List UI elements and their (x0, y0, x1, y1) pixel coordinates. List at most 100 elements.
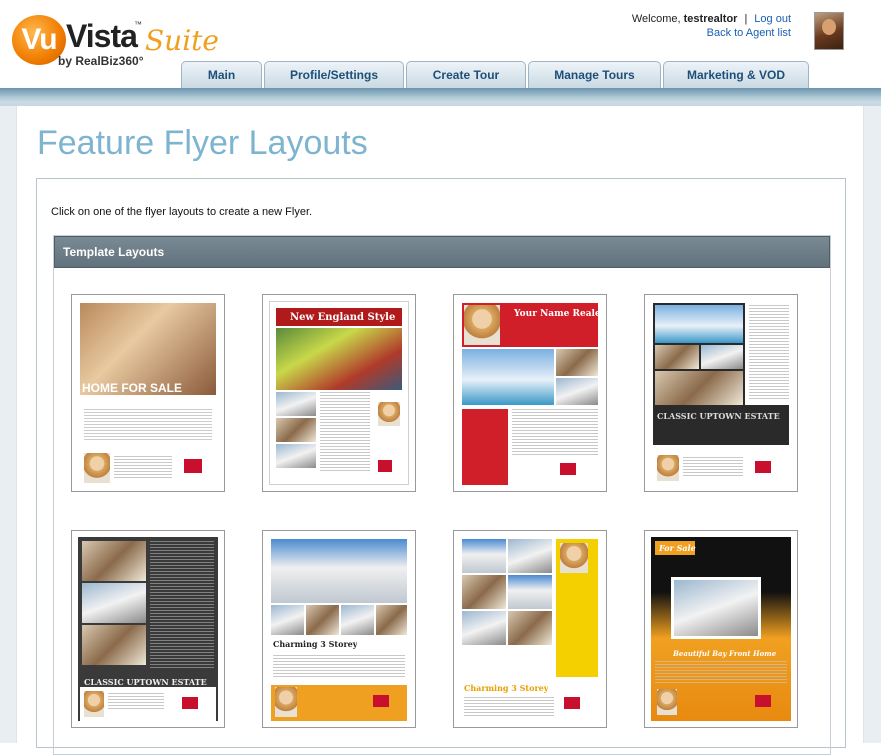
hero-photo (271, 539, 407, 603)
logo-byline: by RealBiz360° (58, 54, 144, 68)
tab-profile-settings[interactable]: Profile/Settings (264, 61, 404, 88)
tab-main[interactable]: Main (181, 61, 262, 88)
photo-thumb (701, 345, 743, 369)
agent-photo (84, 691, 104, 717)
section-header: Template Layouts (54, 236, 830, 268)
logo-trademark: ™ (134, 20, 142, 29)
photo-thumb (82, 583, 146, 623)
username: testrealtor (683, 13, 738, 25)
photo-thumb (508, 539, 552, 573)
brokerage-logo (378, 460, 392, 472)
photo-thumb (276, 392, 316, 416)
agent-photo (84, 453, 110, 483)
flyer-heading: Charming 3 Storey (464, 683, 549, 693)
back-to-agent-list-link[interactable]: Back to Agent list (707, 27, 791, 39)
brokerage-logo (184, 459, 202, 473)
photo-thumb (271, 605, 304, 635)
page-title: Feature Flyer Layouts (37, 124, 368, 162)
flyer-heading: HOME FOR SALE (82, 381, 183, 395)
avatar[interactable] (814, 12, 844, 50)
flyer-layout-5[interactable]: CLASSIC UPTOWN ESTATE (71, 530, 225, 728)
photo-thumb (462, 611, 506, 645)
photo-thumb (82, 625, 146, 665)
photo-thumb (655, 371, 743, 405)
brokerage-logo (755, 461, 771, 473)
flyer-preview: New England Style (269, 301, 409, 485)
brokerage-logo (755, 695, 771, 707)
flyer-layout-6[interactable]: Charming 3 Storey (262, 530, 416, 728)
flyer-layout-8[interactable]: For Sale Beautiful Bay Front Home (644, 530, 798, 728)
app-header: Vu Vista ™ Suite by RealBiz360° Welcome,… (0, 0, 881, 88)
photo-thumb (508, 575, 552, 609)
tab-marketing-vod[interactable]: Marketing & VOD (663, 61, 809, 88)
flyer-body-text (150, 541, 214, 669)
logo-vista-text: Vista (66, 18, 138, 54)
photo-thumb (376, 605, 407, 635)
flyer-body-text (512, 409, 598, 457)
brokerage-logo (560, 463, 576, 475)
flyer-body-text (464, 697, 554, 717)
agent-photo (275, 687, 297, 717)
separator: | (744, 13, 748, 25)
photo-thumb (341, 605, 374, 635)
agent-photo (657, 455, 679, 481)
flyer-heading: Your Name Realestate (514, 309, 600, 319)
brokerage-logo (564, 697, 580, 709)
hero-photo (462, 349, 554, 405)
hero-photo (655, 305, 743, 343)
photo-thumb (655, 345, 699, 369)
page-background: Feature Flyer Layouts Click on one of th… (0, 106, 881, 755)
flyer-layout-7[interactable]: Charming 3 Storey (453, 530, 607, 728)
flyer-heading: Charming 3 Storey (273, 639, 358, 649)
flyer-heading: For Sale (659, 543, 696, 553)
photo-thumb (556, 378, 598, 405)
agent-info (114, 456, 172, 478)
logo-suite-text: Suite (145, 24, 219, 57)
main-nav: Main Profile/Settings Create Tour Manage… (181, 61, 811, 88)
flyer-body-text (655, 661, 787, 683)
welcome-label: Welcome, (631, 13, 681, 25)
flyer-layout-3[interactable]: Your Name Realestate (453, 294, 607, 492)
flyer-layout-4[interactable]: CLASSIC UPTOWN ESTATE (644, 294, 798, 492)
flyer-preview: Charming 3 Storey (269, 537, 409, 721)
flyer-heading: CLASSIC UPTOWN ESTATE (657, 411, 780, 421)
agent-photo (560, 543, 588, 573)
flyer-subheading: Beautiful Bay Front Home (673, 649, 777, 658)
photo-thumb (508, 611, 552, 645)
tab-create-tour[interactable]: Create Tour (406, 61, 526, 88)
agent-photo (464, 305, 500, 345)
flyer-sidebar (462, 409, 508, 485)
flyer-body-text (273, 655, 405, 679)
content-area: Feature Flyer Layouts Click on one of th… (16, 106, 864, 755)
brokerage-logo (182, 697, 198, 709)
photo-thumb (556, 349, 598, 376)
flyer-preview: Charming 3 Storey (460, 537, 600, 721)
photo-thumb (306, 605, 339, 635)
hero-photo (671, 577, 761, 639)
flyer-preview: HOME FOR SALE (78, 301, 218, 485)
photo-thumb (82, 541, 146, 581)
photo-thumb (276, 444, 316, 468)
flyer-preview: CLASSIC UPTOWN ESTATE (78, 537, 218, 721)
flyer-panel: Click on one of the flyer layouts to cre… (36, 178, 846, 755)
user-box: Welcome, testrealtor | Log out Back to Age… (632, 12, 791, 40)
agent-photo (378, 402, 400, 426)
agent-info (108, 693, 164, 711)
photo-thumb (276, 418, 316, 442)
flyer-heading: New England Style (290, 312, 396, 323)
tab-manage-tours[interactable]: Manage Tours (528, 61, 661, 88)
flyer-layout-1[interactable]: HOME FOR SALE (71, 294, 225, 492)
agent-photo (657, 689, 677, 715)
photo-thumb (462, 539, 506, 573)
flyer-body-text (320, 392, 370, 472)
template-layouts-section: Template Layouts HOME FOR SALE New Engla… (53, 235, 831, 755)
flyer-preview: For Sale Beautiful Bay Front Home (651, 537, 791, 721)
hero-photo (276, 328, 402, 390)
flyer-preview: CLASSIC UPTOWN ESTATE (651, 301, 791, 485)
flyer-layout-2[interactable]: New England Style (262, 294, 416, 492)
flyer-preview: Your Name Realestate (460, 301, 600, 485)
logout-link[interactable]: Log out (754, 13, 791, 25)
brokerage-logo (373, 695, 389, 707)
flyer-body-text (749, 305, 789, 401)
intro-text: Click on one of the flyer layouts to cre… (51, 206, 313, 218)
